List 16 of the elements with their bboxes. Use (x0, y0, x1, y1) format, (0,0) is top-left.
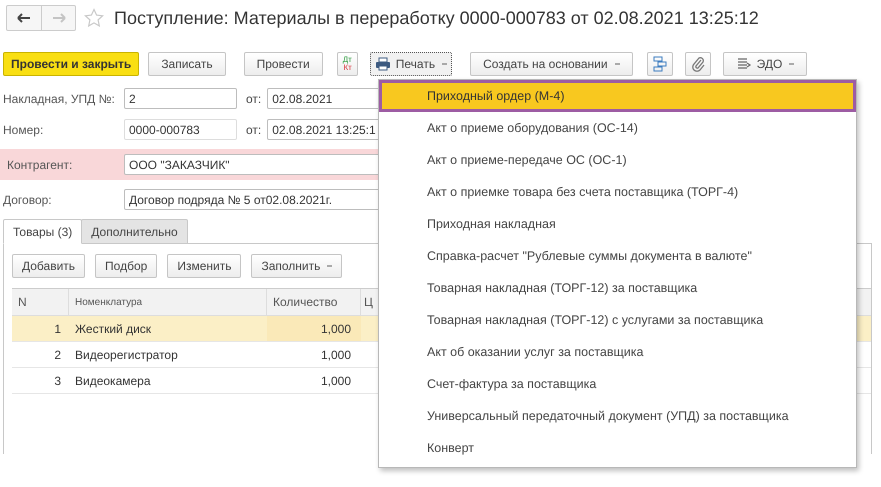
table-cell-text: Видеорегистратор (74, 346, 179, 364)
field-label: Договор: (3, 192, 53, 206)
field-label: от: (246, 122, 262, 136)
table-cell-text: 2 (53, 346, 62, 364)
table-cell-text: Жесткий диск (74, 320, 152, 338)
field-label: Накладная, УПД №: (3, 92, 116, 106)
table-cell-text: 1,000 (320, 346, 352, 364)
field-label: от: (246, 92, 262, 106)
table-cell-text: Видеокамера (74, 372, 152, 390)
field-label: Контрагент: (7, 158, 74, 172)
table-cell-text: 3 (53, 372, 62, 390)
table-cell-text: 1 (53, 320, 62, 338)
window-title: Поступление: Материалы в переработку 0000-000783 от 02.08.2021 13:25:12 (114, 8, 759, 28)
field-label: Номер: (3, 122, 44, 136)
table-cell: 1,000 (267, 316, 361, 341)
table-cell-text: 1,000 (320, 372, 352, 390)
